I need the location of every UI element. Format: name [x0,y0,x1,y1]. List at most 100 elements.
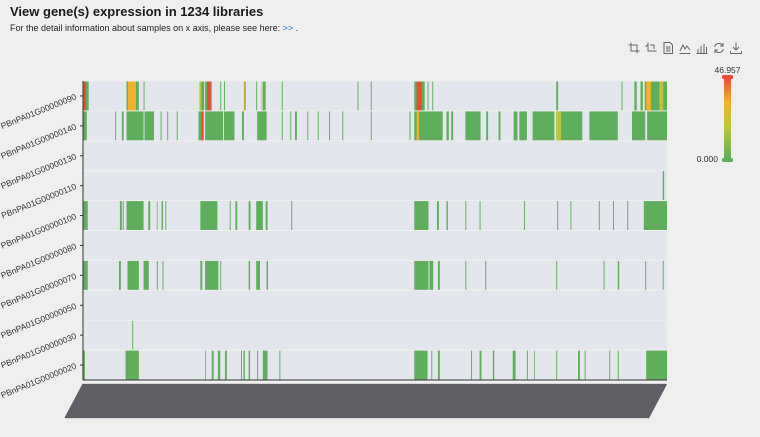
heatmap-cell[interactable] [436,201,439,230]
heatmap-cell[interactable] [224,111,235,141]
heatmap-cell[interactable] [465,201,467,230]
heatmap-cell[interactable] [291,201,293,230]
heatmap-cell[interactable] [634,81,637,111]
heatmap-cell[interactable] [243,350,245,380]
heatmap-cell[interactable] [557,201,559,230]
heatmap-cell[interactable] [256,81,258,111]
heatmap-cell[interactable] [205,350,206,380]
heatmap-cell[interactable] [217,350,221,380]
heatmap-cell[interactable] [83,201,88,230]
heatmap-cell[interactable] [279,350,281,380]
heatmap-cell[interactable] [132,320,134,350]
heatmap-cell[interactable] [556,81,559,111]
heatmap-cell[interactable] [451,111,454,141]
heatmap-cell[interactable] [432,81,434,111]
heatmap-cell[interactable] [125,350,139,380]
heatmap-cell[interactable] [513,111,518,141]
heatmap-cell[interactable] [446,201,448,230]
heatmap-cell[interactable] [485,260,487,290]
heatmap-cell[interactable] [524,201,526,230]
heatmap-cell-high[interactable] [416,111,420,141]
heatmap-cell[interactable] [578,350,580,380]
heatmap-cell[interactable] [281,81,283,111]
heatmap-cell[interactable] [627,201,629,230]
heatmap-cell-high[interactable] [127,81,137,111]
heatmap-cell[interactable] [256,260,260,290]
heatmap-cell[interactable] [317,111,319,141]
heatmap-cell[interactable] [220,81,222,111]
heatmap-cell[interactable] [224,350,227,380]
heatmap-cell-high[interactable] [206,81,211,111]
heatmap-cell-high[interactable] [646,81,651,111]
heatmap-cell[interactable] [126,201,144,230]
heatmap-cell[interactable] [357,81,359,111]
heatmap-cell[interactable] [156,201,158,230]
heatmap-cell[interactable] [205,260,219,290]
heatmap-cell[interactable] [589,111,618,141]
heatmap-cell[interactable] [437,350,440,380]
heatmap-cell[interactable] [119,201,122,230]
heatmap-cell[interactable] [342,111,344,141]
heatmap-cell[interactable] [144,111,154,141]
heatmap-cell-high[interactable] [261,81,263,111]
heatmap-cell[interactable] [414,350,428,380]
heatmap-cell[interactable] [662,260,664,290]
heatmap-cell[interactable] [370,81,372,111]
heatmap-cell[interactable] [662,171,665,201]
heatmap-cell[interactable] [486,111,489,141]
heatmap-cell[interactable] [262,350,268,380]
heatmap-cell[interactable] [161,201,163,230]
heatmap-cell[interactable] [431,350,433,380]
heatmap-cell[interactable] [492,350,495,380]
heatmap-cell[interactable] [176,111,178,141]
heatmap-cell[interactable] [556,350,558,380]
heatmap-cell[interactable] [617,260,620,290]
heatmap-cell[interactable] [617,350,619,380]
heatmap-cell[interactable] [160,111,162,141]
heatmap-cell[interactable] [148,201,151,230]
heatmap-cell[interactable] [295,111,297,141]
heatmap-cell[interactable] [220,260,222,290]
heatmap-cell-high[interactable] [244,81,246,111]
heatmap-cell[interactable] [83,260,88,290]
heatmap-cell[interactable] [603,260,605,290]
heatmap-cell[interactable] [643,201,667,230]
heatmap-cell[interactable] [224,81,225,111]
heatmap-cell-high[interactable] [416,81,422,111]
heatmap-cell[interactable] [242,111,244,141]
heatmap-cell[interactable] [256,201,263,230]
heatmap-cell[interactable] [248,350,251,380]
heatmap-cell[interactable] [370,111,372,141]
heatmap-cell[interactable] [414,260,429,290]
heatmap-cell[interactable] [248,260,251,290]
heatmap-cell[interactable] [534,350,535,380]
heatmap-cell-high[interactable] [201,111,204,141]
colorbar-min-handle[interactable] [722,158,733,162]
heatmap-cell[interactable] [631,111,646,141]
heatmap-cell[interactable] [265,201,268,230]
heatmap-cell[interactable] [647,111,667,141]
heatmap-cell[interactable] [329,111,331,141]
heatmap-cell[interactable] [167,111,169,141]
heatmap-cell-high[interactable] [199,81,202,111]
heatmap-cell[interactable] [143,81,145,111]
heatmap-cell-high[interactable] [556,111,561,141]
heatmap-cell[interactable] [556,260,558,290]
heatmap-cell[interactable] [646,350,667,380]
heatmap-cell[interactable] [427,81,429,111]
heatmap-cell[interactable] [437,260,440,290]
heatmap-cell[interactable] [126,111,144,141]
heatmap-cell[interactable] [200,260,203,290]
heatmap-cell[interactable] [122,201,124,230]
heatmap-cell[interactable] [609,350,611,380]
heatmap-cell[interactable] [118,260,121,290]
heatmap-cell[interactable] [471,350,473,380]
heatmap-cell[interactable] [205,111,224,141]
colorbar-max-handle[interactable] [722,75,733,79]
heatmap-cell[interactable] [257,350,259,380]
heatmap-cell[interactable] [262,81,266,111]
heatmap-cell[interactable] [598,201,600,230]
heatmap-cell[interactable] [257,111,267,141]
heatmap-cell[interactable] [519,111,527,141]
heatmap-cell[interactable] [532,111,555,141]
